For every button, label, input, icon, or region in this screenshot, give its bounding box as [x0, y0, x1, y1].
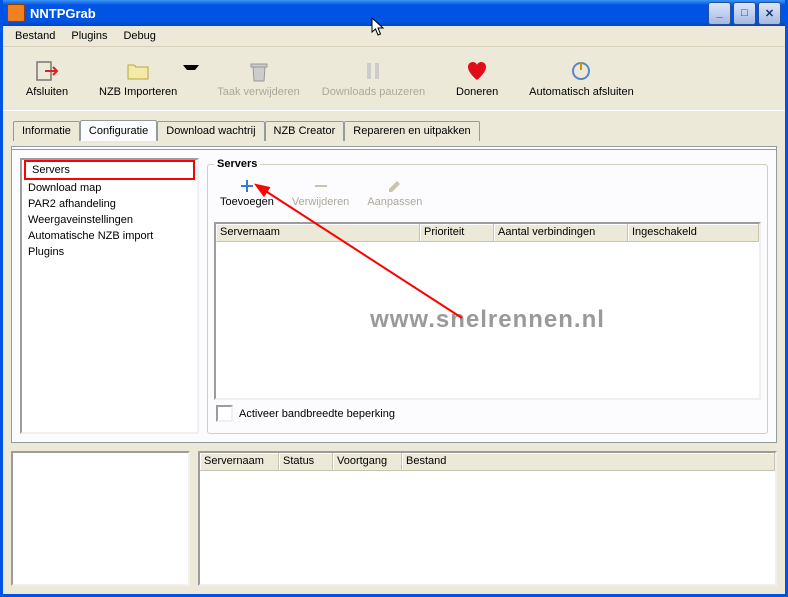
sidebar-item-par2[interactable]: PAR2 afhandeling: [22, 196, 197, 212]
sidebar-item-download-map[interactable]: Download map: [22, 180, 197, 196]
servers-table: Servernaam Prioriteit Aantal verbindinge…: [214, 222, 761, 400]
button-label: Toevoegen: [220, 196, 274, 208]
col-btm-voortgang[interactable]: Voortgang: [333, 453, 402, 471]
taak-verwijderen-button[interactable]: Taak verwijderen: [211, 57, 306, 100]
aanpassen-button[interactable]: Aanpassen: [367, 178, 422, 220]
checkbox-label: Activeer bandbreedte beperking: [239, 408, 395, 420]
automatisch-afsluiten-button[interactable]: Automatisch afsluiten: [523, 57, 640, 100]
tab-informatie[interactable]: Informatie: [13, 121, 80, 141]
edit-icon: [387, 178, 403, 194]
close-window-button[interactable]: ✕: [758, 2, 781, 25]
servers-fieldset: Servers Toevoegen Verwijderen: [207, 158, 768, 434]
app-icon: [7, 4, 25, 22]
toolbar-label: Taak verwijderen: [217, 86, 300, 98]
toolbar-label: Afsluiten: [26, 86, 68, 98]
power-icon: [569, 59, 593, 83]
pause-icon: [361, 59, 385, 83]
exit-icon: [35, 59, 59, 83]
tab-download-wachtrij[interactable]: Download wachtrij: [157, 121, 264, 141]
toolbar-label: Downloads pauzeren: [322, 86, 425, 98]
sidebar-item-servers[interactable]: Servers: [24, 160, 195, 180]
toolbar-label: NZB Importeren: [99, 86, 177, 98]
col-btm-bestand[interactable]: Bestand: [402, 453, 775, 471]
table-body: www.snelrennen.nl: [216, 242, 759, 398]
col-verbindingen[interactable]: Aantal verbindingen: [494, 224, 628, 242]
tab-nzb-creator[interactable]: NZB Creator: [265, 121, 345, 141]
toolbar-label: Automatisch afsluiten: [529, 86, 634, 98]
trash-icon: [247, 59, 271, 83]
plus-icon: [239, 178, 255, 194]
toolbar-label: Doneren: [456, 86, 498, 98]
toevoegen-button[interactable]: Toevoegen: [220, 178, 274, 220]
config-sidebar: Servers Download map PAR2 afhandeling We…: [20, 158, 199, 434]
tab-configuratie[interactable]: Configuratie: [80, 120, 157, 141]
doneren-button[interactable]: Doneren: [441, 57, 513, 100]
downloads-pauzeren-button[interactable]: Downloads pauzeren: [316, 57, 431, 100]
minus-icon: [313, 178, 329, 194]
col-servernaam[interactable]: Servernaam: [216, 224, 420, 242]
sidebar-item-weergave[interactable]: Weergaveinstellingen: [22, 212, 197, 228]
button-label: Verwijderen: [292, 196, 349, 208]
sidebar-item-plugins[interactable]: Plugins: [22, 244, 197, 260]
heart-icon: [465, 59, 489, 83]
col-prioriteit[interactable]: Prioriteit: [420, 224, 494, 242]
menu-debug[interactable]: Debug: [115, 28, 163, 44]
col-btm-status[interactable]: Status: [279, 453, 333, 471]
bottom-left-panel: [11, 451, 190, 586]
servers-legend: Servers: [214, 158, 260, 170]
watermark-text: www.snelrennen.nl: [370, 306, 605, 334]
bandbreedte-checkbox[interactable]: [216, 405, 233, 422]
bottom-right-panel: Servernaam Status Voortgang Bestand: [198, 451, 777, 586]
verwijderen-button[interactable]: Verwijderen: [292, 178, 349, 220]
button-label: Aanpassen: [367, 196, 422, 208]
tab-repareren[interactable]: Repareren en uitpakken: [344, 121, 479, 141]
maximize-button[interactable]: □: [733, 2, 756, 25]
col-ingeschakeld[interactable]: Ingeschakeld: [628, 224, 759, 242]
menu-plugins[interactable]: Plugins: [63, 28, 115, 44]
minimize-button[interactable]: _: [708, 2, 731, 25]
menu-bestand[interactable]: Bestand: [7, 28, 63, 44]
folder-icon: [126, 59, 150, 83]
menubar: Bestand Plugins Debug: [3, 26, 785, 47]
chevron-down-icon[interactable]: [183, 65, 199, 78]
window-title: NNTPGrab: [30, 6, 706, 21]
sidebar-item-autoimport[interactable]: Automatische NZB import: [22, 228, 197, 244]
tab-strip: Informatie Configuratie Download wachtri…: [13, 118, 777, 138]
col-btm-servernaam[interactable]: Servernaam: [200, 453, 279, 471]
nzb-importeren-button[interactable]: NZB Importeren: [93, 57, 183, 100]
titlebar: NNTPGrab _ □ ✕: [3, 0, 785, 26]
afsluiten-button[interactable]: Afsluiten: [11, 57, 83, 100]
toolbar: Afsluiten NZB Importeren Taak verwijdere…: [3, 47, 785, 111]
